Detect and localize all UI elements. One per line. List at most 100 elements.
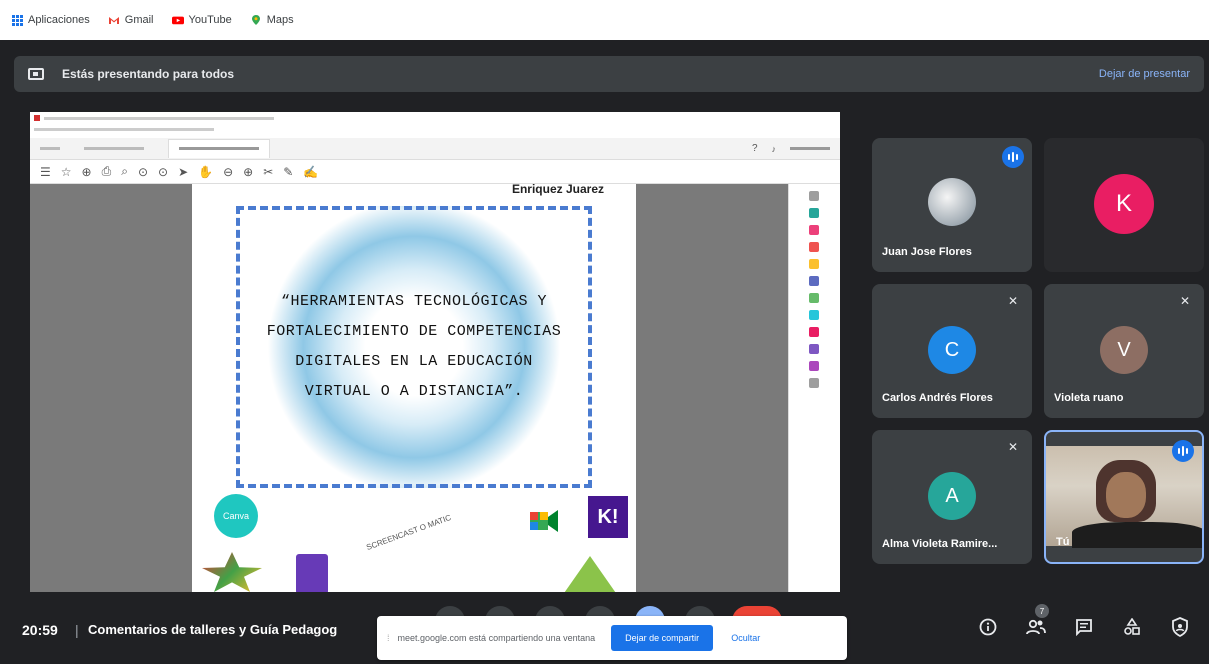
shield-icon-svg — [1172, 617, 1188, 637]
stop-presenting-button[interactable]: Dejar de presentar — [1099, 68, 1190, 80]
meet-stage: Estás presentando para todos Dejar de pr… — [0, 40, 1209, 664]
bookmark-youtube-label: YouTube — [188, 14, 232, 26]
drag-handle-icon[interactable]: ⁞ — [387, 633, 390, 643]
pdf-body: Enriquez Juarez “HERRAMIENTAS TECNOLÓGIC… — [30, 184, 840, 592]
hand-icon[interactable]: ✋ — [198, 165, 213, 179]
pdf-window-title — [44, 116, 274, 120]
search-icon[interactable] — [809, 191, 819, 201]
participant-name: Tú — [1056, 536, 1070, 548]
prepare-form-icon[interactable] — [809, 361, 819, 371]
pdf-tab-home[interactable] — [40, 147, 60, 150]
print-icon[interactable]: ⎙ — [102, 164, 112, 179]
zoom-out-icon[interactable]: ⊖ — [223, 165, 233, 179]
bookmark-apps-label: Aplicaciones — [28, 14, 90, 26]
fill-sign-icon[interactable] — [809, 327, 819, 337]
organize-pages-icon[interactable] — [809, 293, 819, 303]
present-screen-icon — [28, 68, 44, 80]
pdf-toolbar: ☰ ☆ ⊕ ⎙ ⌕ ⊙ ⊙ ➤ ✋ ⊖ ⊕ ✂ ✎ ✍ — [30, 160, 840, 184]
bookmark-gmail-label: Gmail — [124, 14, 154, 26]
pdf-signin[interactable] — [790, 147, 830, 150]
presenting-message: Estás presentando para todos — [62, 67, 235, 81]
bookmark-gmail[interactable]: Gmail — [108, 14, 154, 26]
sidebar-toggle-icon[interactable]: ☰ — [40, 165, 51, 179]
participant-tile-carlos[interactable]: ✕ C Carlos Andrés Flores — [872, 284, 1032, 418]
bookmark-maps[interactable]: Maps — [250, 14, 294, 26]
participant-count-badge: 7 — [1035, 604, 1049, 618]
share-banner-message: meet.google.com está compartiendo una ve… — [397, 633, 596, 643]
shared-screen: ? ♪ ☰ ☆ ⊕ ⎙ ⌕ ⊙ ⊙ ➤ ✋ ⊖ ⊕ ✂ ✎ ✍ Enriquez… — [30, 112, 840, 592]
meeting-title: Comentarios de talleres y Guía Pedagog — [88, 622, 338, 637]
signature-icon[interactable]: ✍ — [303, 165, 318, 179]
scan-icon[interactable] — [809, 310, 819, 320]
upload-icon[interactable]: ⊕ — [82, 165, 92, 179]
bell-icon[interactable]: ♪ — [772, 144, 777, 154]
participant-name: Alma Violeta Ramire... — [882, 538, 998, 550]
info-icon-svg — [979, 618, 997, 636]
pdf-tab-document[interactable] — [168, 139, 270, 158]
pdf-app-icon — [34, 115, 40, 121]
info-icon[interactable] — [977, 616, 999, 638]
cursor-icon[interactable]: ➤ — [178, 165, 188, 179]
separator: | — [75, 622, 79, 638]
search-icon[interactable]: ⌕ — [121, 164, 128, 179]
canva-logo: Canva — [214, 494, 258, 538]
avatar: A — [928, 472, 976, 520]
page-up-icon[interactable]: ⊙ — [138, 165, 148, 179]
participant-tile-juan[interactable]: Juan Jose Flores — [872, 138, 1032, 272]
pdf-window-titlebar — [30, 112, 840, 124]
host-controls-icon[interactable] — [1169, 616, 1191, 638]
speaking-indicator-icon — [1002, 146, 1024, 168]
maps-pin-icon — [251, 15, 260, 25]
kahoot-logo: K! — [588, 496, 628, 538]
export-pdf-icon[interactable] — [809, 208, 819, 218]
people-icon[interactable]: 7 — [1025, 604, 1049, 638]
activities-icon[interactable] — [1121, 616, 1143, 638]
pdf-tab-document-title — [179, 147, 259, 150]
gmail-icon — [108, 17, 119, 24]
pdf-page: Enriquez Juarez “HERRAMIENTAS TECNOLÓGIC… — [192, 184, 636, 592]
screen-share-banner: ⁞ meet.google.com está compartiendo una … — [377, 616, 847, 660]
pdf-tab-tools[interactable] — [84, 147, 144, 150]
title-box: “HERRAMIENTAS TECNOLÓGICAS Y FORTALECIMI… — [236, 206, 592, 488]
page-down-icon[interactable]: ⊙ — [158, 165, 168, 179]
participant-tile-k[interactable]: K — [1044, 138, 1204, 272]
edit-pdf-icon[interactable] — [809, 225, 819, 235]
stop-sharing-button[interactable]: Dejar de compartir — [611, 625, 714, 651]
help-icon[interactable]: ? — [752, 143, 758, 154]
crop-icon[interactable]: ✂ — [263, 165, 273, 179]
star-icon[interactable]: ☆ — [61, 165, 72, 179]
combine-files-icon[interactable] — [809, 276, 819, 286]
create-pdf-icon[interactable] — [809, 242, 819, 252]
comment-icon[interactable] — [809, 259, 819, 269]
participant-tile-self[interactable]: Tú — [1044, 430, 1204, 564]
mindmap-logo — [562, 556, 618, 592]
comment-icon[interactable]: ✎ — [283, 165, 293, 179]
youtube-icon — [171, 16, 184, 25]
google-meet-icon — [530, 510, 558, 532]
mic-off-icon: ✕ — [1007, 440, 1018, 454]
more-tools-icon[interactable] — [809, 378, 819, 388]
page-header-text: Enriquez Juarez — [511, 184, 604, 196]
bookmark-youtube[interactable]: YouTube — [171, 14, 232, 26]
hide-banner-button[interactable]: Ocultar — [731, 633, 760, 643]
presenting-bar: Estás presentando para todos Dejar de pr… — [14, 56, 1204, 92]
meeting-clock: 20:59 — [22, 622, 58, 638]
mic-off-icon: ✕ — [1007, 294, 1018, 308]
pdf-menubar — [30, 124, 840, 138]
chat-icon[interactable] — [1073, 616, 1095, 638]
protect-icon[interactable] — [809, 344, 819, 354]
participant-tile-violeta[interactable]: ✕ V Violeta ruano — [1044, 284, 1204, 418]
participant-name: Juan Jose Flores — [882, 246, 972, 258]
participant-tile-alma[interactable]: ✕ A Alma Violeta Ramire... — [872, 430, 1032, 564]
google-forms-icon — [296, 554, 328, 592]
speaking-indicator-icon — [1172, 440, 1194, 462]
participant-name: Carlos Andrés Flores — [882, 392, 993, 404]
zoom-in-icon[interactable]: ⊕ — [243, 165, 253, 179]
pdf-menubar-placeholder — [34, 128, 214, 131]
logos-row: Canva SCREENCAST O MATIC K! — [192, 494, 636, 592]
participant-name: Violeta ruano — [1054, 392, 1124, 404]
bookmarks-bar: Aplicaciones Gmail YouTube Maps — [0, 0, 1209, 40]
bookmark-apps[interactable]: Aplicaciones — [12, 14, 90, 26]
document-title: “HERRAMIENTAS TECNOLÓGICAS Y FORTALECIMI… — [266, 293, 562, 400]
activities-icon-svg — [1124, 618, 1140, 635]
